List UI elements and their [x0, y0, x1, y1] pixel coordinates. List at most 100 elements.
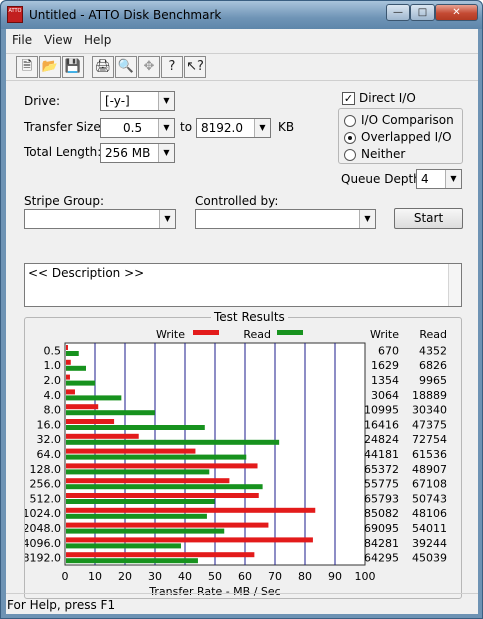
window-title: Untitled - ATTO Disk Benchmark — [29, 8, 222, 22]
write-bar — [66, 374, 70, 380]
menu-view[interactable]: View — [44, 33, 72, 47]
chevron-down-icon[interactable]: ▼ — [158, 119, 174, 137]
open-icon[interactable]: 📂 — [39, 56, 61, 78]
status-bar: For Help, press F1 — [6, 593, 478, 614]
drive-select[interactable]: [-y-] ▼ — [100, 91, 175, 111]
drive-label: Drive: — [24, 94, 61, 108]
read-value: 45039 — [412, 552, 447, 565]
transfer-size-from-select[interactable]: 0.5 ▼ — [100, 118, 175, 138]
read-value: 67108 — [412, 478, 447, 491]
category-label: 256.0 — [30, 478, 62, 491]
category-label: 16.0 — [37, 418, 62, 431]
transfer-size-to-value: 8192.0 — [201, 121, 243, 135]
x-tick-label: 20 — [118, 570, 132, 583]
maximize-button[interactable]: □ — [410, 4, 435, 21]
atto-app-icon[interactable]: ATTO — [7, 6, 23, 23]
category-label: 4.0 — [44, 389, 62, 402]
write-value: 670 — [378, 344, 399, 357]
category-label: 8.0 — [44, 404, 62, 417]
read-bar — [66, 395, 122, 401]
write-bar — [66, 404, 99, 410]
write-bar — [66, 389, 75, 395]
neither-radio[interactable] — [344, 149, 356, 161]
write-value: 10995 — [364, 404, 399, 417]
x-tick-label: 100 — [355, 570, 376, 583]
app-window: ATTO Untitled - ATTO Disk Benchmark — □ … — [0, 0, 483, 619]
menu-help[interactable]: Help — [84, 33, 111, 47]
write-value: 44181 — [364, 448, 399, 461]
write-bar — [66, 522, 269, 528]
category-label: 2.0 — [44, 374, 62, 387]
x-tick-label: 90 — [328, 570, 342, 583]
print-preview-icon[interactable]: 🔍 — [115, 56, 137, 78]
queue-depth-value: 4 — [421, 172, 429, 186]
read-bar — [66, 351, 79, 356]
transfer-rate-chart: 0 10 20 30 40 50 60 70 80 90 100 Write Read Write Read… — [25, 328, 447, 598]
close-button[interactable]: ✕ — [435, 4, 478, 21]
overlapped-io-radio[interactable] — [344, 132, 356, 144]
move-icon[interactable]: ✥ — [138, 56, 160, 78]
controlled-by-select[interactable]: ▼ — [195, 209, 376, 229]
help-icon[interactable]: ? — [161, 56, 183, 78]
direct-io-checkbox[interactable]: ✓ — [342, 92, 355, 105]
write-value: 64295 — [364, 552, 399, 565]
x-tick-label: 0 — [62, 570, 69, 583]
context-help-icon[interactable]: ↖? — [184, 56, 206, 78]
chevron-down-icon[interactable]: ▼ — [158, 144, 174, 162]
category-label: 1.0 — [44, 359, 62, 372]
read-value: 48907 — [412, 463, 447, 476]
print-icon[interactable]: 🖨 — [92, 56, 114, 78]
chevron-down-icon[interactable]: ▼ — [158, 92, 174, 110]
write-value: 69095 — [364, 522, 399, 535]
main-panel: Drive: [-y-] ▼ Transfer Size: 0.5 ▼ to 8… — [6, 84, 478, 599]
start-button[interactable]: Start — [394, 208, 463, 229]
new-icon[interactable]: 🗎 — [16, 56, 38, 78]
read-value: 72754 — [412, 433, 447, 446]
read-bar — [66, 380, 96, 386]
category-label: 128.0 — [30, 463, 62, 476]
write-value: 65372 — [364, 463, 399, 476]
legend-read-swatch — [277, 330, 303, 335]
transfer-size-from-value: 0.5 — [123, 121, 143, 135]
chevron-down-icon[interactable]: ▼ — [159, 210, 175, 228]
write-bar — [66, 433, 139, 439]
write-column-header: Write — [370, 328, 399, 341]
read-value: 54011 — [412, 522, 447, 535]
total-length-select[interactable]: 256 MB ▼ — [100, 143, 175, 163]
write-bar — [66, 345, 68, 350]
x-tick-label: 40 — [178, 570, 192, 583]
transfer-size-label: Transfer Size: — [24, 120, 105, 134]
stripe-group-select[interactable]: ▼ — [24, 209, 176, 229]
read-column-header: Read — [419, 328, 447, 341]
toolbar: 🗎 📂 💾 🖨 🔍 ✥ ? ↖? — [6, 53, 478, 81]
read-value: 61536 — [412, 448, 447, 461]
read-bar — [66, 528, 225, 534]
write-value: 1354 — [371, 374, 399, 387]
io-mode-group: I/O Comparison Overlapped I/O Neither — [338, 108, 463, 164]
write-bar — [66, 493, 259, 498]
io-comparison-radio[interactable] — [344, 115, 356, 127]
chevron-down-icon[interactable]: ▼ — [254, 119, 270, 137]
read-bar — [66, 439, 280, 445]
minimize-button[interactable]: — — [386, 4, 410, 21]
title-bar[interactable]: ATTO Untitled - ATTO Disk Benchmark — □ … — [1, 1, 482, 29]
menu-file[interactable]: File — [12, 33, 32, 47]
queue-depth-select[interactable]: 4 ▼ — [416, 169, 462, 189]
save-icon[interactable]: 💾 — [62, 56, 84, 78]
transfer-size-to-select[interactable]: 8192.0 ▼ — [196, 118, 271, 138]
read-bar — [66, 365, 86, 371]
description-scrollbar[interactable] — [448, 264, 461, 306]
read-bar — [66, 499, 215, 504]
status-text: For Help, press F1 — [7, 598, 116, 612]
chevron-down-icon[interactable]: ▼ — [359, 210, 375, 228]
write-bar — [66, 552, 255, 558]
category-label: 32.0 — [37, 433, 62, 446]
read-value: 30340 — [412, 404, 447, 417]
legend-read-label: Read — [243, 328, 271, 341]
category-label: 64.0 — [37, 448, 62, 461]
chevron-down-icon[interactable]: ▼ — [445, 170, 461, 188]
read-value: 18889 — [412, 389, 447, 402]
read-bar — [66, 425, 205, 430]
description-box[interactable]: << Description >> — [24, 263, 462, 307]
write-value: 84281 — [364, 537, 399, 550]
